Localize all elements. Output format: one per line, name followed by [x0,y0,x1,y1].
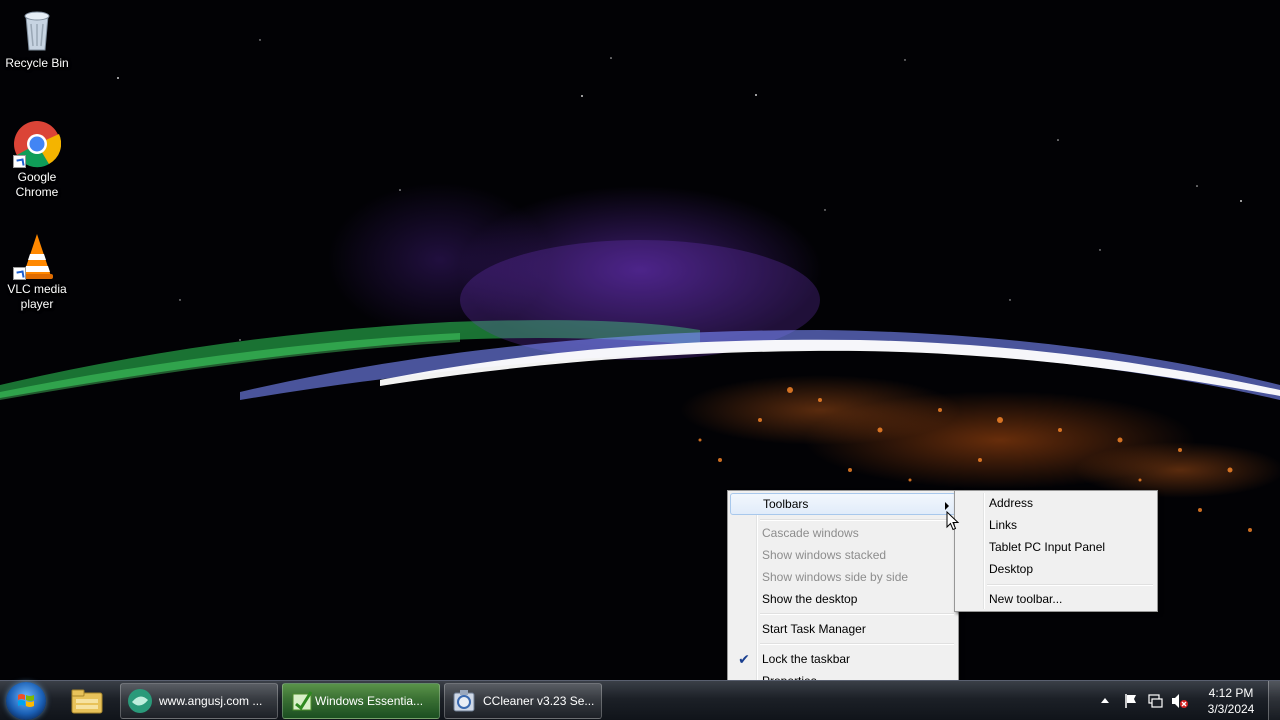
menu-separator [760,613,954,615]
clock-time: 4:12 PM [1208,686,1254,700]
network-icon[interactable] [1147,693,1163,709]
browser-icon [127,688,153,714]
menu-item-label: Desktop [989,562,1034,576]
taskbar-button-ccleaner-setup[interactable]: CCleaner v3.23 Se... [444,683,602,719]
menu-item-cascade-windows: Cascade windows [730,522,956,544]
desktop-icon-google-chrome[interactable]: Google Chrome [0,120,74,200]
windows-essentials-icon [289,688,315,714]
checkmark-icon: ✔ [738,651,750,667]
desktop-icon-label: VLC media player [7,282,67,311]
menu-item-toolbars[interactable]: Toolbars [730,493,956,515]
submenu-arrow-icon [945,502,949,510]
menu-item-show-windows-side-by-side: Show windows side by side [730,566,956,588]
submenu-item-links[interactable]: Links [957,514,1155,536]
submenu-item-tablet-pc-input-panel[interactable]: Tablet PC Input Panel [957,536,1155,558]
menu-item-label: Show the desktop [762,592,858,606]
action-center-flag-icon[interactable] [1123,693,1139,709]
menu-separator [760,519,954,521]
taskbar[interactable]: www.angusj.com ... Windows Essentia... C… [0,680,1280,720]
clock-date: 3/3/2024 [1207,702,1255,716]
shortcut-arrow-icon [13,267,26,280]
volume-muted-icon[interactable] [1171,693,1189,709]
menu-separator [987,584,1153,586]
menu-item-label: Tablet PC Input Panel [989,540,1106,554]
toolbars-submenu: Address Links Tablet PC Input Panel Desk… [954,490,1158,612]
submenu-item-address[interactable]: Address [957,492,1155,514]
taskbar-button-label: www.angusj.com ... [159,694,263,708]
menu-item-label: Start Task Manager [762,622,866,636]
taskbar-context-menu: Toolbars Cascade windows Show windows st… [727,490,959,694]
mouse-pointer-icon [946,511,960,531]
desktop-icon-label: Recycle Bin [5,56,69,70]
menu-item-label: New toolbar... [989,592,1063,606]
desktop-icon-recycle-bin[interactable]: Recycle Bin [0,6,74,71]
show-desktop-button[interactable] [1268,681,1280,720]
vlc-icon [13,232,61,280]
taskbar-button-label: CCleaner v3.23 Se... [483,694,595,708]
menu-separator [760,643,954,645]
taskbar-button-label: Windows Essentia... [315,694,424,708]
menu-item-show-windows-stacked: Show windows stacked [730,544,956,566]
menu-item-show-the-desktop[interactable]: Show the desktop [730,588,956,610]
show-hidden-icons-arrow[interactable] [1100,696,1110,704]
desktop-icon-label: Google Chrome [15,170,59,199]
menu-item-label: Lock the taskbar [762,652,851,666]
taskbar-pinned-windows-explorer[interactable] [60,683,114,719]
shortcut-arrow-icon [13,155,26,168]
menu-item-label: Show windows side by side [762,570,909,584]
taskbar-button-angusj[interactable]: www.angusj.com ... [120,683,278,719]
menu-item-label: Show windows stacked [762,548,887,562]
menu-item-lock-the-taskbar[interactable]: ✔ Lock the taskbar [730,648,956,670]
chrome-icon [13,120,62,168]
taskbar-button-windows-essentials[interactable]: Windows Essentia... [282,683,440,719]
menu-item-start-task-manager[interactable]: Start Task Manager [730,618,956,640]
windows-logo-icon [18,694,34,707]
submenu-item-desktop[interactable]: Desktop [957,558,1155,580]
start-button[interactable] [6,682,46,720]
windows-explorer-icon [71,689,103,714]
menu-item-label: Address [989,496,1034,510]
ccleaner-setup-icon [451,688,477,714]
menu-item-label: Cascade windows [762,526,859,540]
submenu-item-new-toolbar[interactable]: New toolbar... [957,588,1155,610]
menu-item-label: Links [989,518,1018,532]
recycle-bin-icon [13,6,61,54]
system-clock[interactable]: 4:12 PM 3/3/2024 [1196,685,1266,717]
desktop-icon-vlc[interactable]: VLC media player [0,232,74,312]
menu-item-label: Toolbars [763,497,809,511]
